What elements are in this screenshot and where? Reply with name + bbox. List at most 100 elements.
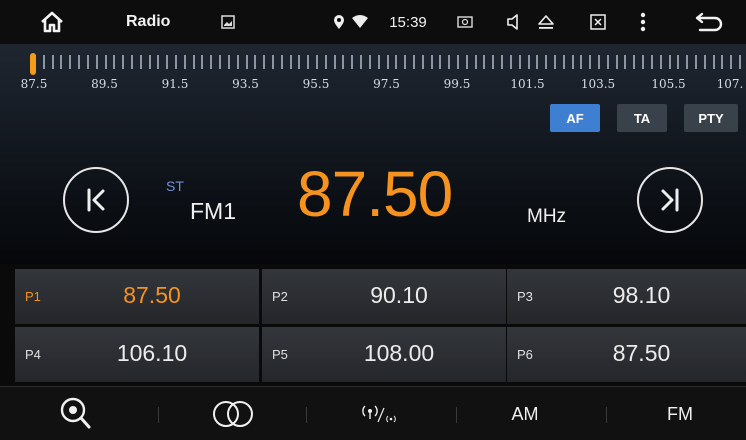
volume-icon[interactable] [503, 0, 525, 44]
dial-label: 99.5 [443, 77, 471, 91]
dial-tick [298, 55, 301, 69]
dial-tick [201, 55, 204, 69]
dial-label: 103.5 [580, 77, 616, 91]
frequency-unit: MHz [527, 206, 567, 227]
bottom-toolbar: AM FM [0, 386, 746, 440]
scan-button[interactable] [350, 387, 408, 440]
stereo-indicator: ST [166, 178, 184, 194]
dial-tick [509, 55, 512, 69]
dial-tick [501, 55, 504, 69]
preset-button[interactable]: P6 87.50 [507, 327, 746, 382]
ta-button[interactable]: TA [617, 104, 667, 132]
dial-tick [457, 55, 459, 69]
dial-label: 107. [716, 77, 744, 91]
frequency-dial[interactable]: 87.5 89.5 91.5 93.5 95.5 97.5 99.5 101.5 103.5 10… [0, 44, 746, 104]
am-button[interactable]: AM [500, 387, 550, 440]
dial-tick [677, 55, 680, 69]
close-window-icon[interactable] [587, 0, 609, 44]
preset-button[interactable]: P3 98.10 [507, 269, 746, 324]
preset-button[interactable]: P5 108.00 [262, 327, 506, 382]
dial-tick [175, 55, 177, 69]
dial-tick [183, 55, 186, 69]
preset-label: P6 [517, 347, 533, 362]
more-icon[interactable] [637, 0, 649, 44]
dial-tick [668, 55, 671, 69]
current-frequency: 87.50 [297, 158, 453, 230]
dial-label: 91.5 [161, 77, 189, 91]
dial-tick [545, 55, 548, 69]
loop-icon [213, 401, 253, 427]
preset-button[interactable]: P4 106.10 [15, 327, 259, 382]
dial-tick [430, 55, 433, 69]
eject-icon[interactable] [535, 0, 557, 44]
fm-button[interactable]: FM [655, 387, 705, 440]
pty-button[interactable]: PTY [684, 104, 738, 132]
loop-button[interactable] [200, 387, 266, 440]
dial-tick [351, 55, 354, 69]
af-button[interactable]: AF [550, 104, 600, 132]
dial-tick [395, 55, 398, 69]
dial-tick [210, 55, 213, 69]
home-icon[interactable] [34, 0, 70, 44]
dial-tick [739, 55, 741, 69]
seek-next-button[interactable] [637, 167, 703, 233]
dial-tick [219, 55, 222, 69]
dial-label: 87.5 [20, 77, 48, 91]
dial-label: 93.5 [232, 77, 259, 91]
app-title: Radio [126, 13, 171, 30]
dial-tick [518, 55, 521, 69]
preset-button[interactable]: P1 87.50 [15, 269, 259, 324]
dial-label: 95.5 [302, 77, 330, 91]
search-icon [60, 397, 91, 429]
dial-tick [571, 55, 574, 69]
preset-frequency: 87.50 [612, 340, 671, 366]
dial-tick [254, 55, 257, 69]
dial-tick [624, 55, 627, 69]
back-icon[interactable] [692, 0, 726, 44]
dial-tick [342, 55, 345, 69]
dial-tick [589, 55, 592, 69]
dial-tick [474, 55, 477, 69]
search-button[interactable] [50, 387, 102, 440]
dial-tick [536, 55, 539, 69]
dial-tick [307, 55, 310, 69]
preset-frequency: 90.10 [370, 282, 428, 308]
dial-tick [51, 55, 54, 69]
radio-panel: 87.5 89.5 91.5 93.5 95.5 97.5 99.5 101.5 103.5 10… [0, 44, 746, 264]
dial-tick [483, 55, 486, 69]
preset-frequency: 106.10 [116, 340, 188, 366]
preset-button[interactable]: P2 90.10 [262, 269, 506, 324]
dial-tick [263, 55, 266, 69]
dial-tick [113, 55, 116, 69]
location-icon [330, 0, 348, 44]
preset-label: P2 [272, 289, 288, 304]
dial-tick [404, 55, 407, 69]
preset-label: P3 [517, 289, 533, 304]
image-icon [218, 0, 238, 44]
dial-tick [324, 55, 327, 69]
clock-time: 15:39 [389, 13, 427, 31]
dial-tick [527, 55, 530, 69]
dial-tick [412, 55, 415, 69]
seek-previous-button[interactable] [63, 167, 129, 233]
screenshot-icon[interactable] [454, 0, 476, 44]
dial-tick [280, 55, 283, 69]
dial-tick [703, 55, 706, 69]
preset-label: P5 [272, 347, 288, 362]
dial-tick [157, 55, 160, 69]
dial-tick [148, 55, 151, 69]
dial-tick [271, 55, 274, 69]
dial-tick [236, 55, 239, 69]
dial-tick [316, 55, 318, 69]
dial-tick [694, 55, 697, 69]
dial-tick [192, 55, 195, 69]
dial-needle[interactable] [30, 53, 36, 75]
dial-label: 89.5 [91, 77, 118, 91]
divider [158, 407, 159, 423]
dial-tick [598, 55, 600, 69]
divider [456, 407, 457, 423]
dial-tick [42, 55, 45, 69]
preset-label: P4 [25, 347, 41, 362]
dial-label: 101.5 [510, 77, 545, 91]
dial-tick [721, 55, 724, 69]
